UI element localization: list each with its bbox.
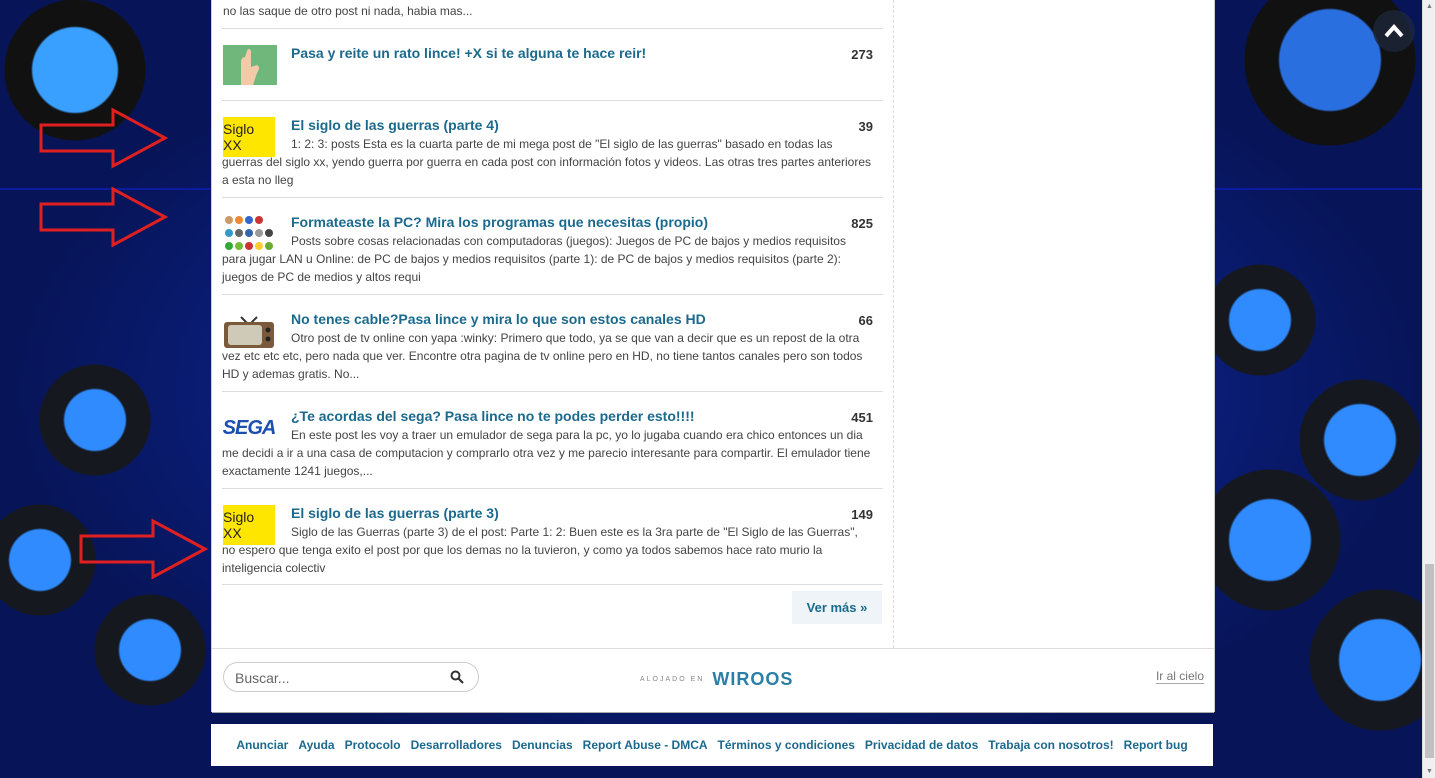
post-title-link[interactable]: Pasa y reite un rato lince! +X si te alg…	[291, 45, 646, 61]
see-more-button[interactable]: Ver más »	[792, 591, 882, 624]
search-icon[interactable]	[450, 670, 464, 684]
red-arrow-icon	[78, 518, 209, 580]
red-arrow-icon	[38, 107, 169, 169]
post-list: Pasa y reite un rato lince! +X si te alg…	[222, 28, 883, 585]
post-title-link[interactable]: El siglo de las guerras (parte 3)	[291, 505, 499, 521]
scroll-up-arrow-icon[interactable]: ▲	[1423, 0, 1435, 13]
post-title-link[interactable]: El siglo de las guerras (parte 4)	[291, 117, 499, 133]
post-thumbnail[interactable]	[223, 45, 277, 85]
panel-footer: ALOJADO EN WIROOS Ir al cielo	[212, 648, 1214, 707]
list-item: Siglo XX El siglo de las guerras (parte …	[222, 488, 883, 585]
post-score: 451	[851, 410, 873, 425]
footer-link-protocolo[interactable]: Protocolo	[345, 738, 401, 752]
post-description: Otro post de tv online con yapa :winky: …	[222, 331, 863, 381]
footer-link-terminos[interactable]: Términos y condiciones	[718, 738, 855, 752]
footer-link-ayuda[interactable]: Ayuda	[298, 738, 334, 752]
footer-link-report-abuse[interactable]: Report Abuse - DMCA	[583, 738, 708, 752]
post-score: 273	[851, 47, 873, 62]
list-item: No tenes cable?Pasa lince y mira lo que …	[222, 294, 883, 391]
post-description: Siglo de las Guerras (parte 3) de el pos…	[222, 525, 858, 575]
list-item: Pasa y reite un rato lince! +X si te alg…	[222, 28, 883, 100]
divider	[212, 706, 1214, 713]
footer-link-privacidad[interactable]: Privacidad de datos	[865, 738, 978, 752]
post-score: 825	[851, 216, 873, 231]
post-title-link[interactable]: No tenes cable?Pasa lince y mira lo que …	[291, 311, 706, 327]
post-score: 149	[851, 507, 873, 522]
footer-link-trabaja[interactable]: Trabaja con nosotros!	[988, 738, 1113, 752]
column-divider	[893, 0, 894, 648]
post-description: En este post les voy a traer un emulador…	[222, 428, 871, 478]
footer-link-anunciar[interactable]: Anunciar	[236, 738, 288, 752]
previous-post-snippet: no las saque de otro post ni nada, habia…	[223, 4, 473, 18]
wiroos-logo: WIROOS	[712, 669, 794, 689]
list-item: SEGA ¿Te acordas del sega? Pasa lince no…	[222, 391, 883, 488]
post-score: 39	[858, 119, 873, 134]
main-panel: no las saque de otro post ni nada, habia…	[211, 0, 1215, 713]
post-title-link[interactable]: ¿Te acordas del sega? Pasa lince no te p…	[291, 408, 695, 424]
go-to-top-link[interactable]: Ir al cielo	[1155, 669, 1204, 684]
search-box	[223, 662, 479, 692]
hosted-label: ALOJADO EN	[640, 676, 705, 683]
scroll-down-arrow-icon[interactable]: ▼	[1423, 765, 1435, 778]
scroll-to-top-button[interactable]	[1373, 10, 1415, 52]
hosting-credit[interactable]: ALOJADO EN WIROOS	[640, 669, 793, 690]
scrollbar[interactable]: ▲ ▼	[1422, 0, 1435, 778]
post-title-link[interactable]: Formateaste la PC? Mira los programas qu…	[291, 214, 708, 230]
footer-link-denuncias[interactable]: Denuncias	[512, 738, 573, 752]
search-input[interactable]	[233, 669, 437, 687]
red-arrow-icon	[38, 186, 169, 248]
footer-link-desarrolladores[interactable]: Desarrolladores	[411, 738, 502, 752]
footer-link-report-bug[interactable]: Report bug	[1124, 738, 1188, 752]
list-item: Formateaste la PC? Mira los programas qu…	[222, 197, 883, 294]
chevron-up-icon	[1384, 24, 1404, 38]
post-description: Posts sobre cosas relacionadas con compu…	[222, 234, 846, 284]
post-score: 66	[858, 313, 873, 328]
list-item: Siglo XX El siglo de las guerras (parte …	[222, 100, 883, 197]
footer-links: Anunciar Ayuda Protocolo Desarrolladores…	[211, 724, 1213, 766]
scrollbar-thumb[interactable]	[1425, 564, 1434, 758]
post-description: 1: 2: 3: posts Esta es la cuarta parte d…	[222, 137, 872, 187]
